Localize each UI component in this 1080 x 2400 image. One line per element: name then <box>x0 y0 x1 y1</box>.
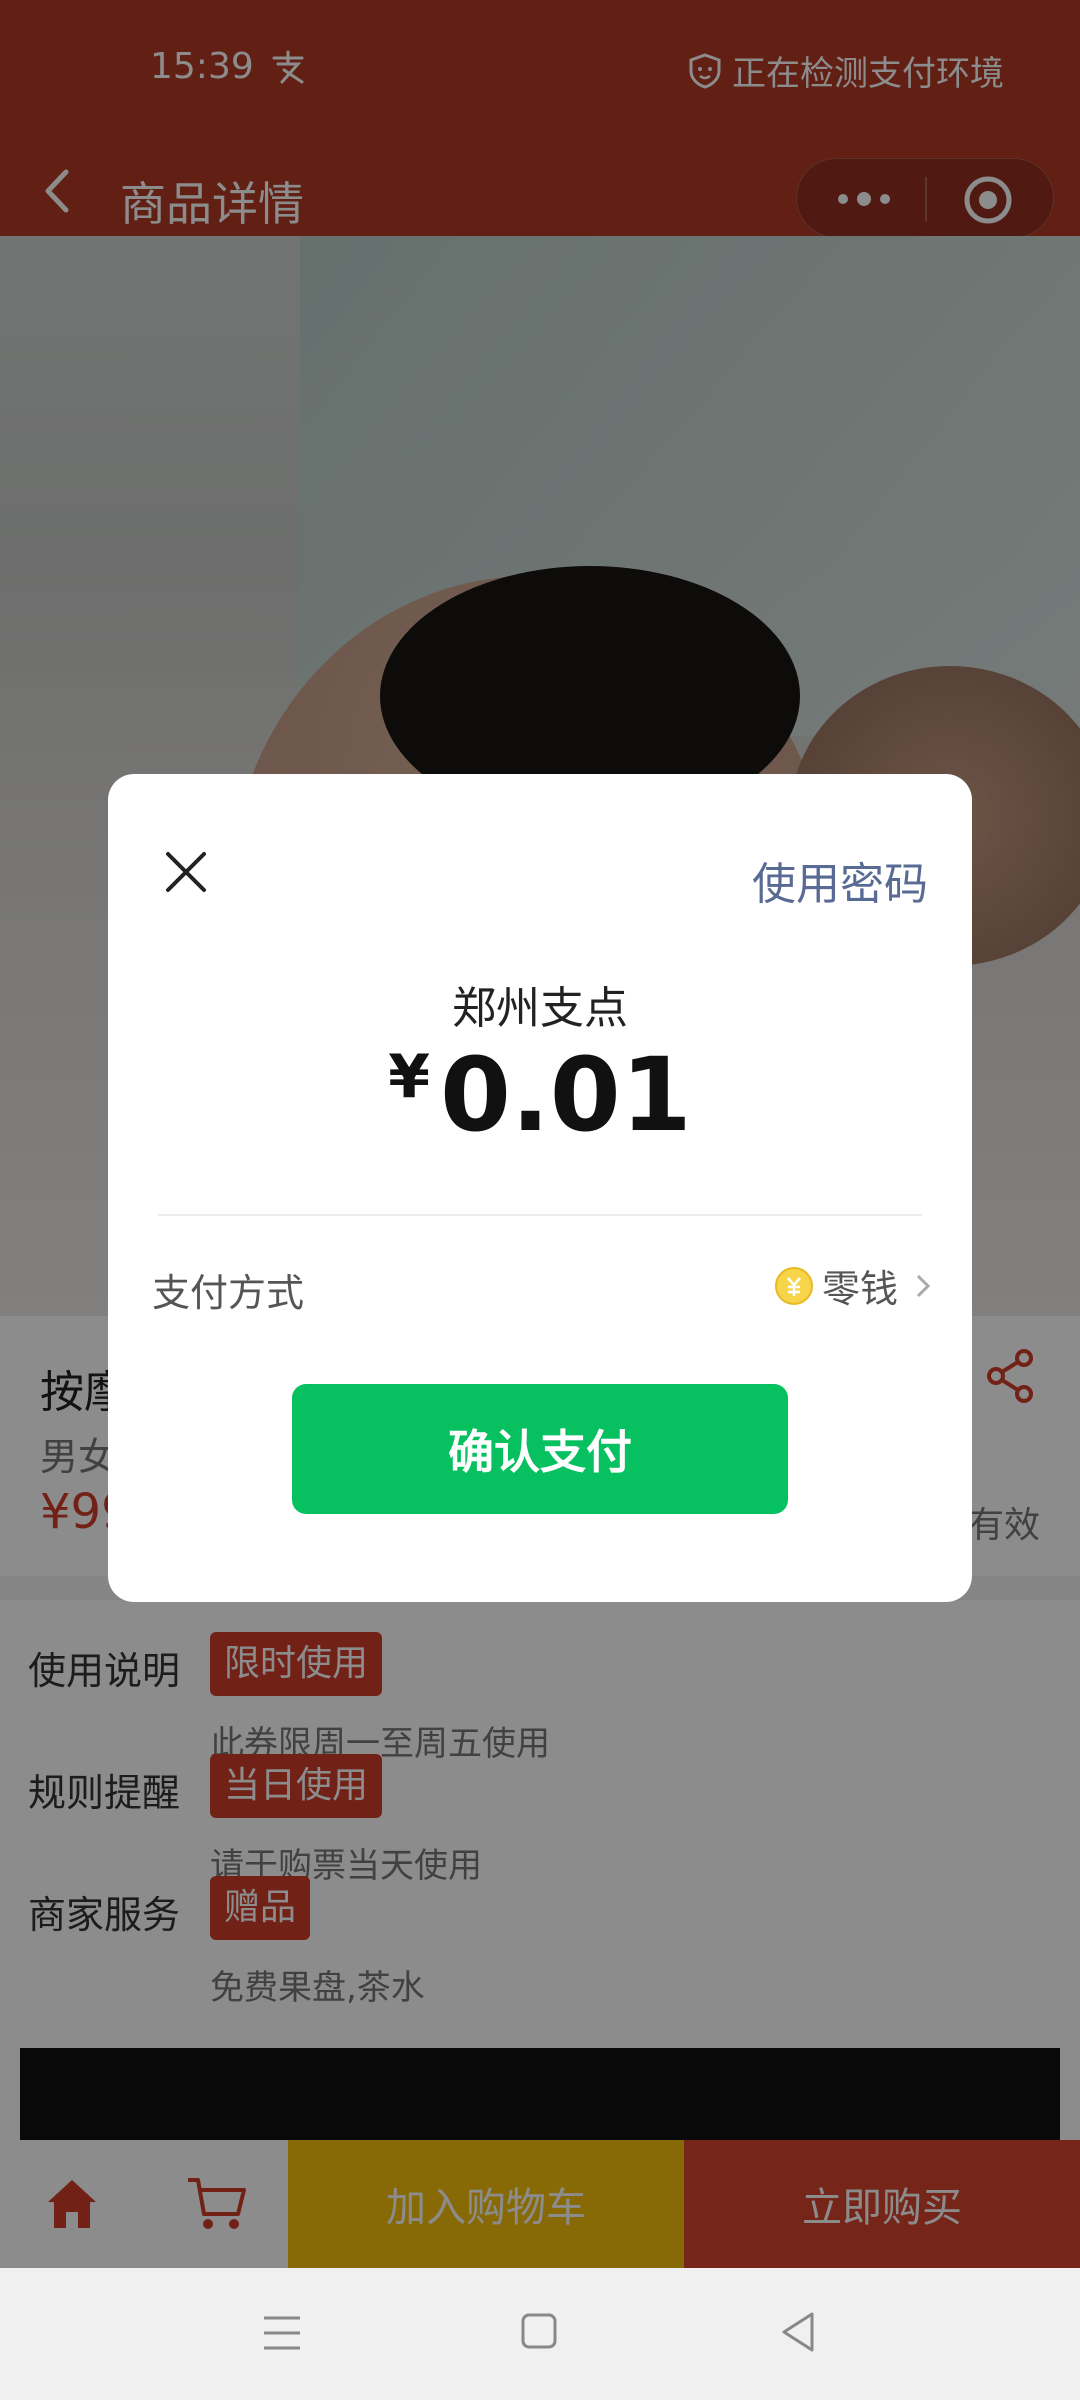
payment-dialog: 使用密码 郑州支点 ¥0.01 支付方式 零钱 确认支付 <box>108 774 972 1602</box>
coin-icon <box>774 1266 813 1305</box>
merchant-name: 郑州支点 <box>452 983 628 1034</box>
dialog-divider <box>158 1214 922 1216</box>
confirm-payment-button[interactable]: 确认支付 <box>292 1384 788 1514</box>
close-icon[interactable] <box>162 848 210 896</box>
payment-method-label: 支付方式 <box>152 1271 305 1315</box>
recent-apps-icon[interactable] <box>262 2314 302 2352</box>
payment-method-selector[interactable]: 零钱 <box>774 1258 932 1313</box>
chevron-right-icon <box>916 1274 931 1297</box>
system-home-icon[interactable] <box>520 2312 558 2350</box>
amount-value: 0.01 <box>440 1036 692 1155</box>
currency-symbol: ¥ <box>388 1042 431 1112</box>
payment-method-value: 零钱 <box>821 1267 898 1311</box>
use-password-link[interactable]: 使用密码 <box>752 848 928 912</box>
system-nav-bar <box>0 2268 1080 2400</box>
system-back-icon[interactable] <box>780 2310 816 2354</box>
payment-amount: ¥0.01 <box>108 1036 972 1155</box>
